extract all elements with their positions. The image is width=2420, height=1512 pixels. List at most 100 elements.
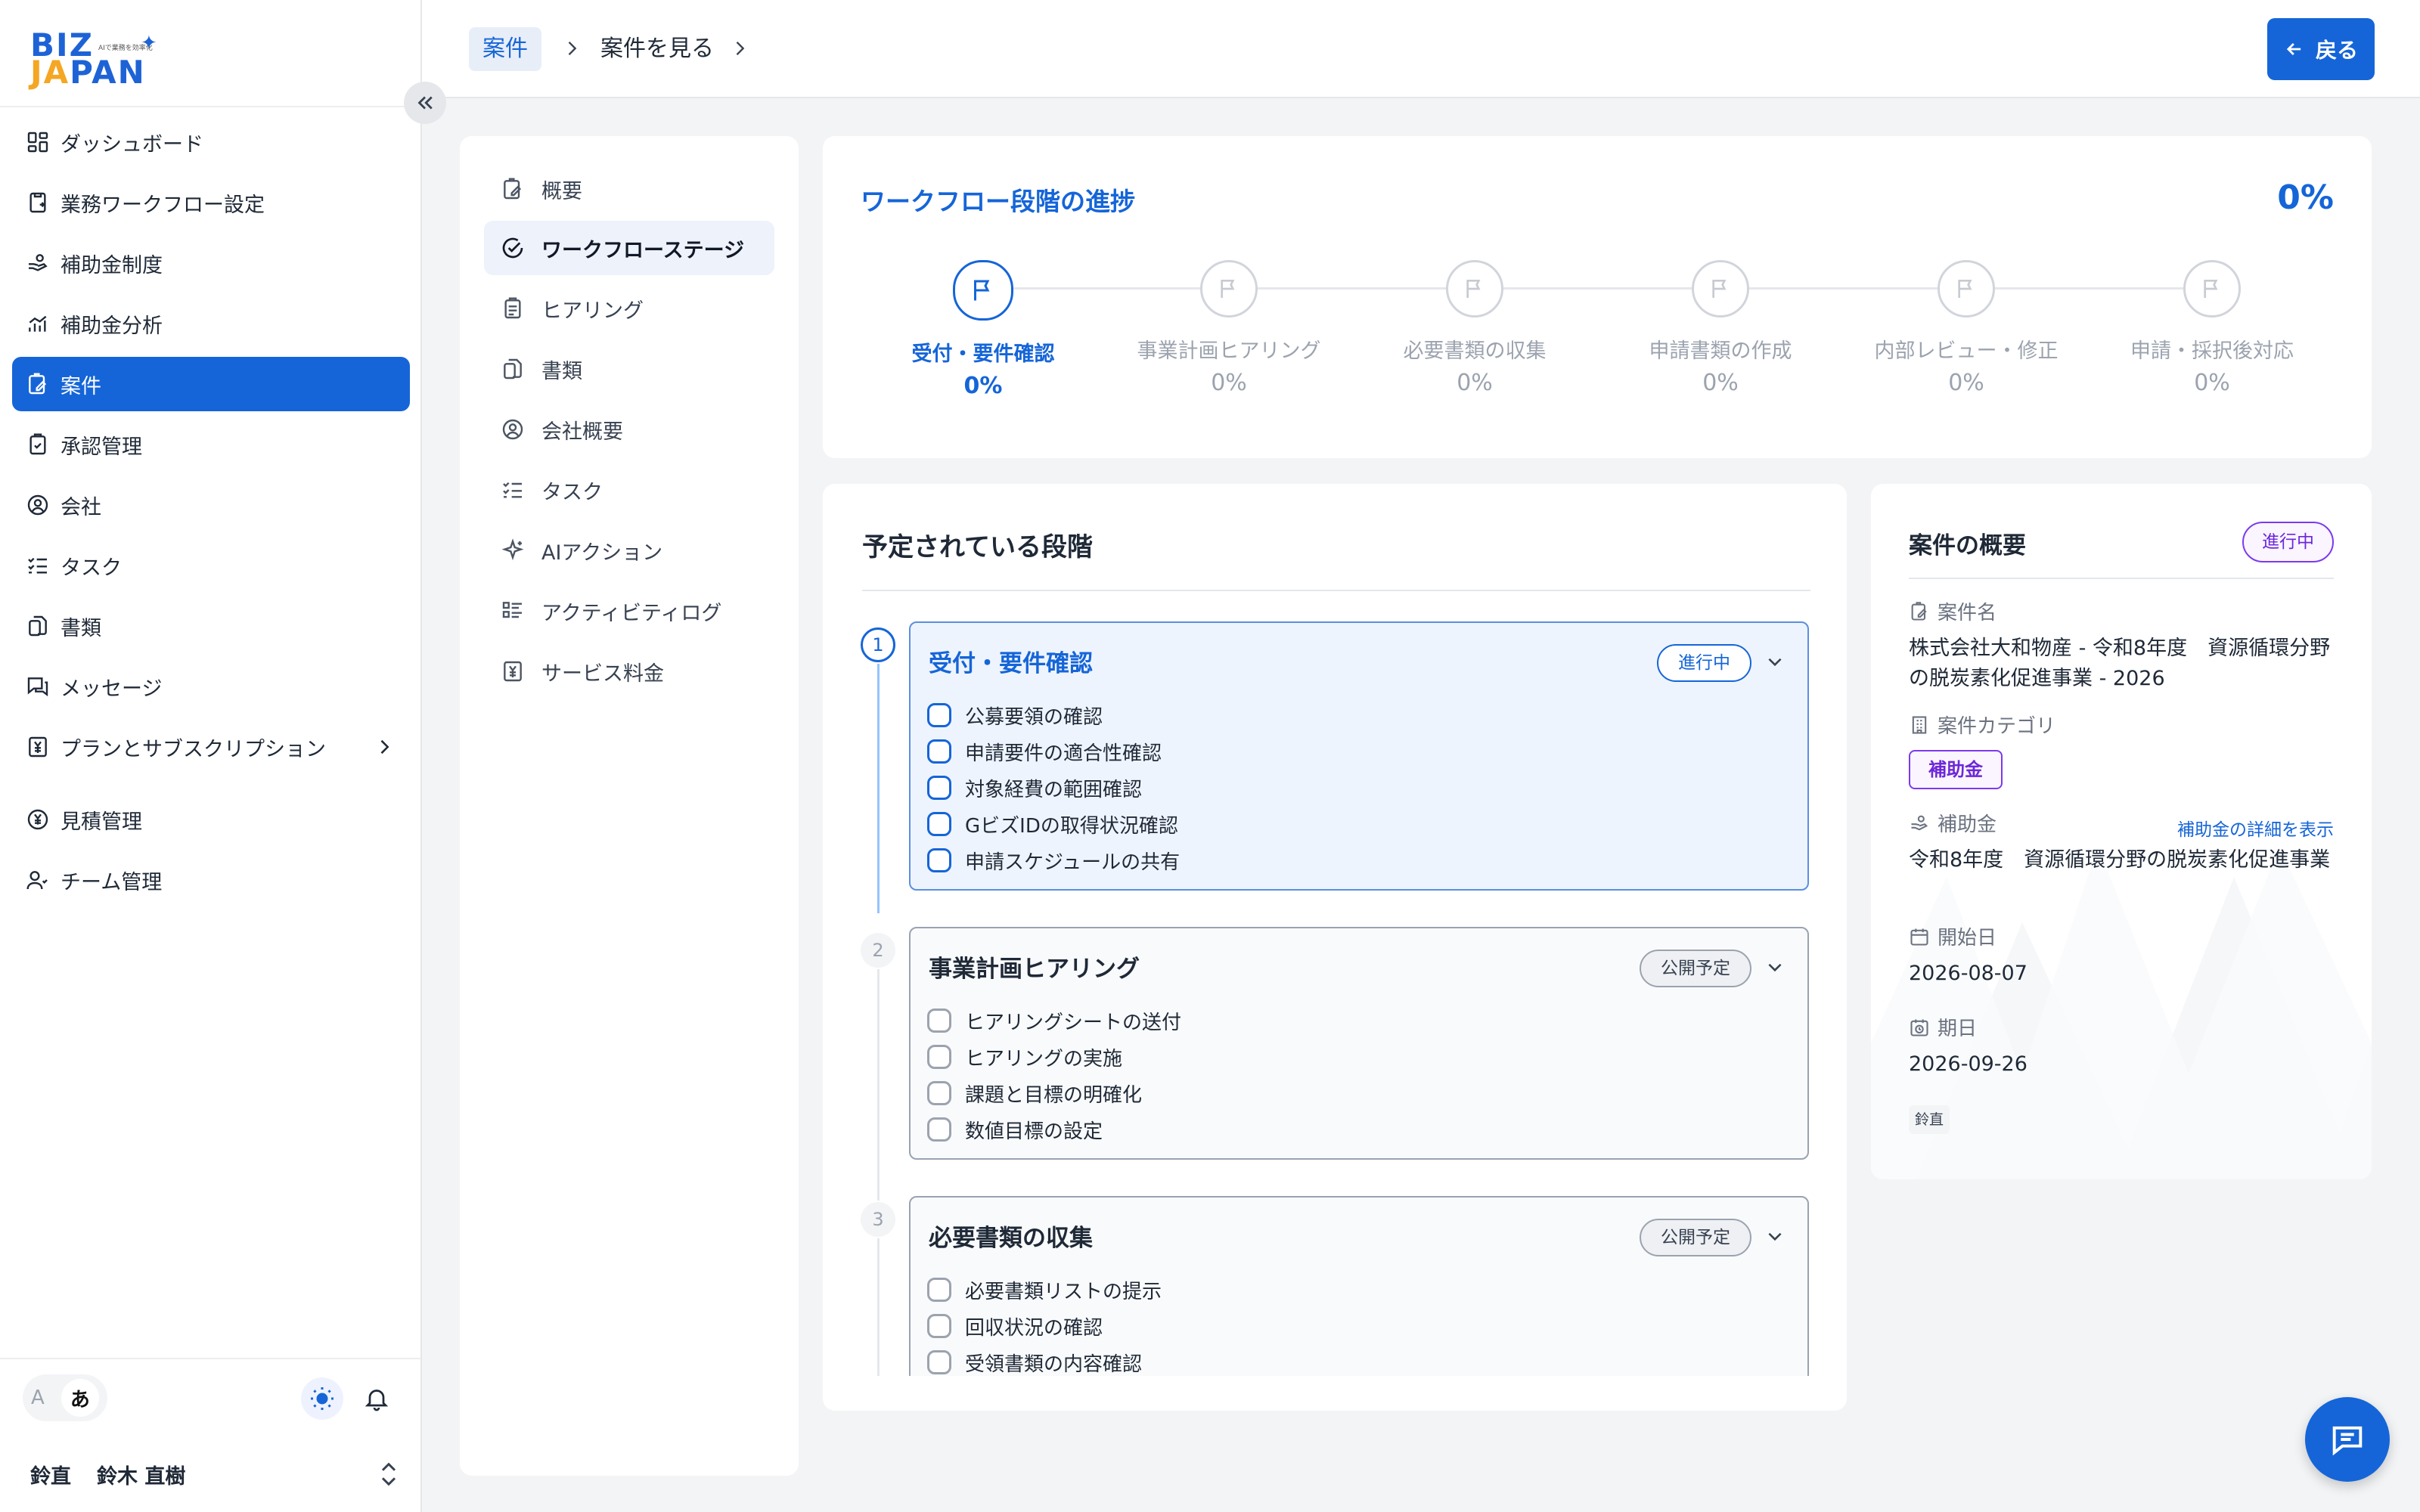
stage-checklist: 公募要領の確認 申請要件の適合性確認 対象経費の範囲確認 GビズIDの取得状況確… [927,697,1180,878]
sidebar-item-plans[interactable]: プランとサブスクリプション [12,720,410,774]
chat-button[interactable] [2305,1397,2390,1482]
checkbox[interactable] [927,1009,951,1033]
sidebar-item-label: 案件 [60,374,101,398]
sidebar-item-messages[interactable]: メッセージ [12,659,410,714]
checkbox[interactable] [927,739,951,764]
tab-activity-log[interactable]: アクティビティログ [484,584,774,638]
flag-icon [1446,260,1503,318]
checkbox[interactable] [927,1314,951,1338]
collapse-sidebar-button[interactable] [404,82,446,124]
tab-label: 概要 [541,179,582,203]
checklist-item[interactable]: 課題と目標の明確化 [927,1075,1181,1111]
clipboard-edit-icon [1909,601,1930,622]
stage-card-document-collection[interactable]: 必要書類の収集 公開予定 必要書類リストの提示 回収状況の確認 受領書類の内容確… [909,1196,1809,1376]
chart-icon [26,311,50,336]
stage-checklist: ヒアリングシートの送付 ヒアリングの実施 課題と目標の明確化 数値目標の設定 [927,1002,1181,1148]
checkbox[interactable] [927,1117,951,1142]
lang-option-en[interactable]: A [31,1387,45,1409]
stage-name: 必要書類の収集 [929,1225,1093,1252]
stage-checklist: 必要書類リストの提示 回収状況の確認 受領書類の内容確認 [927,1272,1162,1376]
chevron-right-icon [729,38,750,62]
sidebar-item-subsidy-analysis[interactable]: 補助金分析 [12,296,410,351]
tab-tasks[interactable]: タスク [484,463,774,517]
checklist-item[interactable]: ヒアリングの実施 [927,1039,1181,1075]
chevron-down-icon[interactable] [1765,652,1785,674]
lang-option-ja[interactable]: あ [60,1379,99,1417]
tab-label: AIアクション [541,541,663,565]
language-toggle[interactable]: A あ [23,1374,107,1421]
stage-icon [501,236,525,260]
sidebar-item-dashboard[interactable]: ダッシュボード [12,115,410,169]
checkbox[interactable] [927,703,951,727]
sidebar-item-approval[interactable]: 承認管理 [12,417,410,472]
sidebar-item-label: 書類 [60,616,101,640]
sidebar-item-label: 業務ワークフロー設定 [60,193,265,217]
checklist-item[interactable]: 受領書類の内容確認 [927,1344,1162,1376]
checkbox[interactable] [927,1278,951,1302]
sidebar-item-task[interactable]: タスク [12,538,410,593]
checkbox[interactable] [927,812,951,836]
tab-hearing[interactable]: ヒアリング [484,281,774,336]
checkbox[interactable] [927,1045,951,1069]
step-label: 必要書類の収集 [1403,339,1547,363]
checkbox[interactable] [927,1350,951,1374]
start-date-label: 開始日 [1909,922,1996,950]
sidebar-item-subsidy-system[interactable]: 補助金制度 [12,236,410,290]
sidebar-item-company[interactable]: 会社 [12,478,410,532]
tab-service-fee[interactable]: サービス料金 [484,644,774,699]
checklist-item[interactable]: 対象経費の範囲確認 [927,770,1180,806]
workflow-progress-card: ワークフロー段階の進捗 0% 受付・要件確認 0% 事業計画ヒアリング 0% 必… [823,136,2372,458]
sidebar-item-label: タスク [60,556,122,580]
checkbox[interactable] [927,776,951,800]
sidebar-item-workflow-settings[interactable]: 業務ワークフロー設定 [12,175,410,230]
chevron-down-icon[interactable] [1765,957,1785,980]
sidebar-item-estimates[interactable]: 見積管理 [12,792,410,847]
tab-company-profile[interactable]: 会社概要 [484,402,774,457]
tab-workflow-stage[interactable]: ワークフローステージ [484,221,774,275]
flag-icon [1200,260,1258,318]
sidebar-item-cases[interactable]: 案件 [12,357,410,411]
checklist-item[interactable]: 数値目標の設定 [927,1111,1181,1148]
subsidy-details-link[interactable]: 補助金の詳細を表示 [2177,815,2334,841]
stage-card-business-hearing[interactable]: 事業計画ヒアリング 公開予定 ヒアリングシートの送付 ヒアリングの実施 課題と目… [909,927,1809,1160]
sidebar-divider [0,106,420,107]
step-document-collection[interactable]: 必要書類の収集 0% [1361,260,1588,396]
stage-name: 事業計画ヒアリング [929,956,1140,983]
tab-label: 会社概要 [541,420,623,444]
workflow-icon [26,191,50,215]
step-reception[interactable]: 受付・要件確認 0% [870,260,1097,399]
app-logo[interactable]: BIZ AIで業務を効率化 ✦ JAPAN [30,29,166,91]
checklist-item[interactable]: ヒアリングシートの送付 [927,1002,1181,1039]
checklist-item[interactable]: 必要書類リストの提示 [927,1272,1162,1308]
checklist-item[interactable]: GビズIDの取得状況確認 [927,806,1180,842]
user-menu[interactable]: 鈴直 鈴木 直樹 [30,1459,401,1489]
sidebar-item-team[interactable]: チーム管理 [12,853,410,907]
step-application-followup[interactable]: 申請・採択後対応 0% [2099,260,2325,396]
notifications-button[interactable] [355,1377,398,1420]
checkbox[interactable] [927,1081,951,1105]
stages-scroll-area[interactable]: 1 受付・要件確認 進行中 公募要領の確認 申請要件の適合性確認 対象経費の範囲… [861,620,1813,1376]
tab-overview[interactable]: 概要 [484,162,774,216]
theme-toggle-button[interactable] [301,1377,343,1420]
checklist-item[interactable]: 申請要件の適合性確認 [927,733,1180,770]
dashboard-icon [26,130,50,154]
sidebar-item-documents[interactable]: 書類 [12,599,410,653]
checklist-item[interactable]: 申請スケジュールの共有 [927,842,1180,878]
flag-icon [1692,260,1749,318]
stage-card-reception[interactable]: 受付・要件確認 進行中 公募要領の確認 申請要件の適合性確認 対象経費の範囲確認… [909,621,1809,891]
checklist-item[interactable]: 回収状況の確認 [927,1308,1162,1344]
tab-documents[interactable]: 書類 [484,342,774,396]
breadcrumb-view-case[interactable]: 案件を見る [600,32,714,67]
step-internal-review[interactable]: 内部レビュー・修正 0% [1853,260,2080,396]
step-application-drafting[interactable]: 申請書類の作成 0% [1607,260,1834,396]
chevron-down-icon[interactable] [1765,1226,1785,1249]
message-icon [26,674,50,699]
breadcrumb-cases[interactable]: 案件 [469,27,541,71]
team-icon [26,868,50,892]
back-button[interactable]: 戻る [2267,18,2375,80]
step-business-hearing[interactable]: 事業計画ヒアリング 0% [1115,260,1342,396]
checklist-item[interactable]: 公募要領の確認 [927,697,1180,733]
sidebar-item-label: 補助金分析 [60,314,163,338]
tab-ai-actions[interactable]: AIアクション [484,523,774,578]
checkbox[interactable] [927,848,951,872]
